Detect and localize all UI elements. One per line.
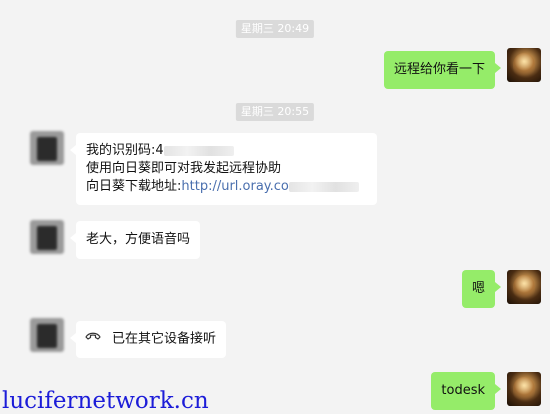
incoming-message[interactable]: 老大，方便语音吗 <box>69 221 201 259</box>
contact-avatar[interactable] <box>30 220 64 254</box>
timestamp: 星期三 20:55 <box>235 103 315 121</box>
incoming-call-notice[interactable]: 已在其它设备接听 <box>69 321 227 358</box>
message-line: 我的识别码:4 <box>86 142 367 160</box>
incoming-message[interactable]: 我的识别码:4 使用向日葵即可对我发起远程协助 向日葵下载地址:http://u… <box>70 133 377 205</box>
message-line: 向日葵下载地址:http://url.oray.co <box>86 178 367 196</box>
message-text: todesk <box>441 383 485 398</box>
download-link[interactable]: http://url.oray.co <box>181 179 289 194</box>
phone-hangup-icon <box>84 330 102 348</box>
watermark-text: lucifernetwork.cn <box>2 388 209 414</box>
message-text: 远程给你看一下 <box>393 62 485 77</box>
contact-avatar[interactable] <box>30 318 64 352</box>
chat-window: 星期三 20:49 远程给你看一下 星期三 20:55 我的识别码:4 使用向日… <box>0 0 550 414</box>
message-line: 使用向日葵即可对我发起远程协助 <box>86 161 282 176</box>
self-avatar[interactable] <box>507 270 541 304</box>
message-text: 嗯 <box>471 281 485 296</box>
self-avatar[interactable] <box>507 48 541 82</box>
redacted-block <box>288 181 359 192</box>
outgoing-message[interactable]: todesk <box>431 372 501 410</box>
message-text: 已在其它设备接听 <box>112 331 217 347</box>
redacted-block <box>163 145 234 156</box>
timestamp: 星期三 20:49 <box>235 20 315 38</box>
outgoing-message[interactable]: 嗯 <box>461 270 502 308</box>
outgoing-message[interactable]: 远程给你看一下 <box>383 51 502 89</box>
contact-avatar[interactable] <box>30 131 64 165</box>
message-text: 老大，方便语音吗 <box>86 232 191 247</box>
self-avatar[interactable] <box>507 372 541 406</box>
